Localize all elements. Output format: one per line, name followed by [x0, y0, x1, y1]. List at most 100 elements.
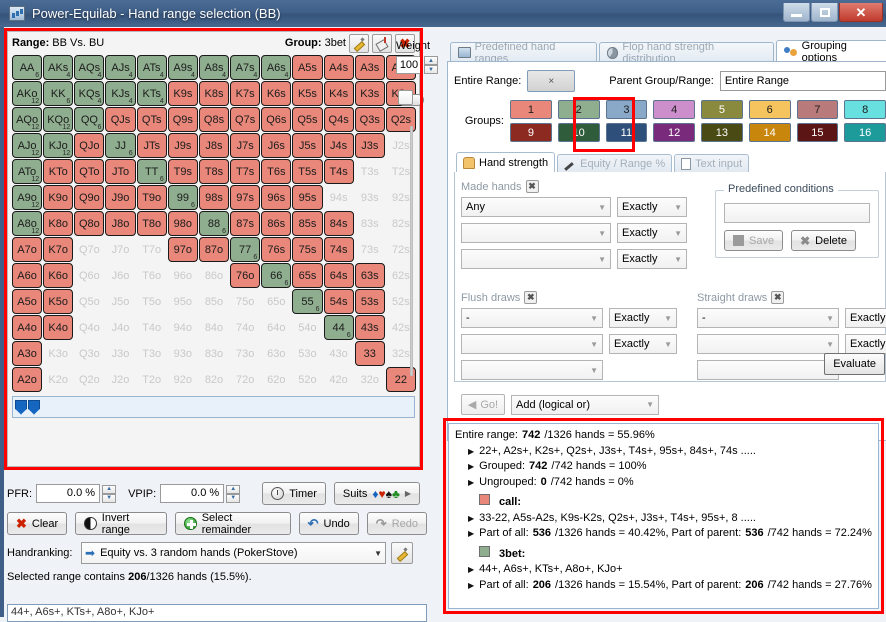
hand-cell-K3s[interactable]: K3s — [354, 81, 385, 106]
made-hands-qualifier-1[interactable]: Exactly ▼ — [617, 197, 687, 217]
hand-cell-TT[interactable]: TT 6 — [136, 159, 167, 184]
vpip-spin-up[interactable]: ▲ — [226, 484, 241, 494]
pfr-input[interactable]: 0.0 % — [36, 484, 101, 503]
tab-predefined-hand-ranges[interactable]: Predefined hand ranges — [450, 41, 597, 65]
group-button-1[interactable]: 1 — [510, 100, 552, 119]
made-hands-clear-icon[interactable]: ✖ — [525, 180, 539, 193]
expand-triangle-icon[interactable]: ▶ — [468, 511, 474, 527]
inner-tab-hand-strength[interactable]: Hand strength — [456, 152, 556, 172]
hand-cell-A5s[interactable]: A5s — [292, 55, 323, 80]
hand-cell-43o[interactable]: 43o — [324, 341, 354, 366]
hand-cell-ATo[interactable]: ATo 12 — [12, 159, 43, 184]
hand-cell-T5s[interactable]: T5s — [292, 159, 323, 184]
hand-cell-T6s[interactable]: T6s — [261, 159, 292, 184]
hand-cell-T4s[interactable]: T4s — [323, 159, 354, 184]
hand-cell-AKo[interactable]: AKo 12 — [12, 81, 43, 106]
hand-cell-33[interactable]: 33 — [354, 341, 385, 366]
hand-cell-Q7o[interactable]: Q7o — [74, 237, 104, 262]
flush-draws-clear-icon[interactable]: ✖ — [524, 291, 538, 304]
hand-cell-T2o[interactable]: T2o — [137, 367, 167, 392]
hand-cell-K6o[interactable]: K6o — [43, 263, 74, 288]
hand-cell-J5o[interactable]: J5o — [105, 289, 135, 314]
hand-cell-53o[interactable]: 53o — [292, 341, 322, 366]
group-button-5[interactable]: 5 — [701, 100, 743, 119]
hand-cell-86s[interactable]: 86s — [261, 211, 292, 236]
hand-cell-96s[interactable]: 96s — [261, 185, 292, 210]
hand-cell-A7o[interactable]: A7o — [12, 237, 43, 262]
go-button[interactable]: ◀ Go! — [461, 394, 505, 415]
hand-cell-KTs[interactable]: KTs 4 — [136, 81, 167, 106]
hand-cell-A7s[interactable]: A7s 4 — [230, 55, 261, 80]
hand-cell-QQ[interactable]: QQ 6 — [74, 107, 105, 132]
hand-cell-T4o[interactable]: T4o — [137, 315, 167, 340]
hand-cell-QJs[interactable]: QJs — [105, 107, 136, 132]
straight-draws-clear-icon[interactable]: ✖ — [771, 291, 785, 304]
inner-tab-equity-range[interactable]: Equity / Range % — [557, 154, 673, 172]
group-button-2[interactable]: 2 — [557, 100, 600, 119]
hand-cell-J7o[interactable]: J7o — [105, 237, 135, 262]
hand-cell-83s[interactable]: 83s — [355, 211, 385, 236]
vpip-spin-down[interactable]: ▼ — [226, 493, 241, 503]
hand-cell-J3s[interactable]: J3s — [354, 133, 385, 158]
hand-cell-Q9s[interactable]: Q9s — [167, 107, 198, 132]
group-button-9[interactable]: 9 — [510, 123, 552, 142]
hand-cell-T7s[interactable]: T7s — [230, 159, 261, 184]
hand-cell-K4o[interactable]: K4o — [43, 315, 74, 340]
weight-slider-track[interactable] — [410, 126, 413, 376]
group-button-7[interactable]: 7 — [796, 100, 839, 119]
hand-cell-T5o[interactable]: T5o — [137, 289, 167, 314]
hand-cell-65o[interactable]: 65o — [261, 289, 291, 314]
hand-cell-32o[interactable]: 32o — [355, 367, 385, 392]
group-button-12[interactable]: 12 — [653, 123, 695, 142]
hand-cell-62o[interactable]: 62o — [261, 367, 291, 392]
hand-cell-T8o[interactable]: T8o — [136, 211, 167, 236]
group-button-13[interactable]: 13 — [701, 123, 743, 142]
hand-cell-K4s[interactable]: K4s — [323, 81, 354, 106]
logic-select[interactable]: Add (logical or) ▼ — [511, 394, 659, 415]
clear-button[interactable]: ✖ Clear — [7, 512, 68, 535]
pfr-spin-down[interactable]: ▼ — [102, 493, 117, 503]
hand-cell-K9s[interactable]: K9s — [167, 81, 198, 106]
hand-cell-J8o[interactable]: J8o — [105, 211, 136, 236]
pfr-spin-up[interactable]: ▲ — [102, 484, 117, 494]
made-hands-select-1[interactable]: Any ▼ — [461, 197, 611, 217]
hand-cell-93s[interactable]: 93s — [355, 185, 385, 210]
fill-group-button[interactable] — [372, 33, 392, 53]
hand-cell-J6o[interactable]: J6o — [105, 263, 135, 288]
hand-cell-K8s[interactable]: K8s — [198, 81, 230, 106]
hand-cell-AQo[interactable]: AQo 12 — [12, 107, 43, 132]
hand-cell-J2o[interactable]: J2o — [105, 367, 135, 392]
hand-cell-AQs[interactable]: AQs 4 — [74, 55, 105, 80]
hand-cell-A2o[interactable]: A2o — [12, 367, 43, 392]
group-button-3[interactable]: 3 — [605, 100, 648, 119]
hand-cell-75s[interactable]: 75s — [292, 237, 323, 262]
vpip-spinner[interactable]: ▲ ▼ — [226, 484, 241, 503]
hand-cell-63o[interactable]: 63o — [261, 341, 291, 366]
hand-cell-Q4o[interactable]: Q4o — [74, 315, 104, 340]
hand-cell-JTs[interactable]: JTs — [136, 133, 167, 158]
flush-draw-qualifier-2[interactable]: Exactly ▼ — [609, 334, 677, 354]
hand-cell-A3o[interactable]: A3o — [12, 341, 43, 366]
hand-cell-44[interactable]: 44 6 — [323, 315, 354, 340]
hand-cell-K7s[interactable]: K7s — [230, 81, 261, 106]
hand-cell-QTs[interactable]: QTs — [136, 107, 167, 132]
hand-cell-K5s[interactable]: K5s — [292, 81, 323, 106]
hand-cell-72o[interactable]: 72o — [230, 367, 260, 392]
inner-tab-text-input[interactable]: Text input — [674, 154, 750, 172]
hand-cell-98s[interactable]: 98s — [198, 185, 230, 210]
hand-cell-K5o[interactable]: K5o — [43, 289, 74, 314]
hand-cell-85s[interactable]: 85s — [292, 211, 323, 236]
hand-cell-AKs[interactable]: AKs 4 — [43, 55, 74, 80]
hand-cell-K3o[interactable]: K3o — [43, 341, 73, 366]
save-condition-button[interactable]: Save — [724, 230, 784, 251]
straight-draw-qualifier-2[interactable]: Exactly▼ — [845, 334, 886, 354]
hand-cell-Q3o[interactable]: Q3o — [74, 341, 104, 366]
hand-cell-A9s[interactable]: A9s 4 — [167, 55, 198, 80]
hand-cell-QTo[interactable]: QTo — [74, 159, 105, 184]
undo-button[interactable]: ↶ Undo — [298, 512, 359, 535]
hand-cell-A9o[interactable]: A9o 12 — [12, 185, 43, 210]
weight-checkbox[interactable] — [398, 90, 413, 105]
hand-cell-52o[interactable]: 52o — [292, 367, 322, 392]
hand-cell-53s[interactable]: 53s — [354, 289, 385, 314]
hand-cell-64s[interactable]: 64s — [323, 263, 354, 288]
